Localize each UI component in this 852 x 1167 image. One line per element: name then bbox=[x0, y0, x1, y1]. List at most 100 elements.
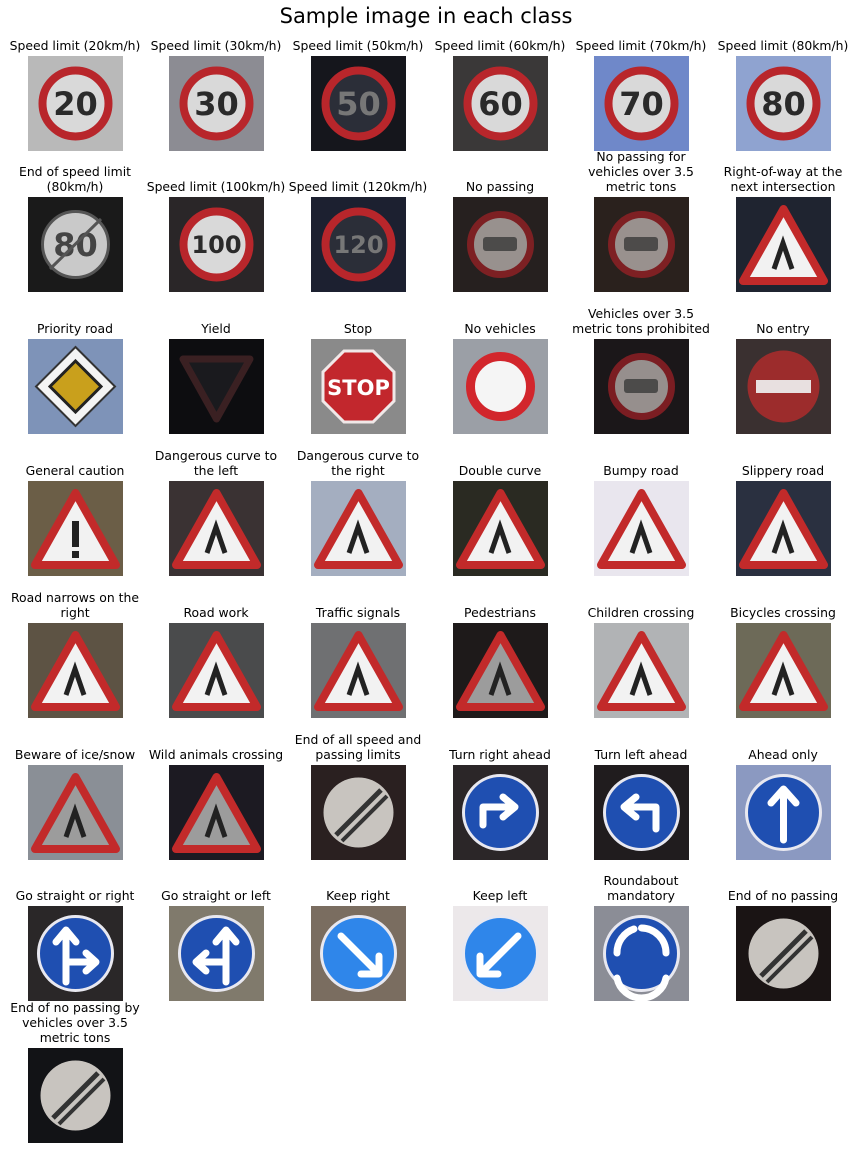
class-label: Traffic signals bbox=[315, 605, 401, 620]
class-sample: Roundabout mandatory bbox=[570, 873, 712, 1001]
class-sample: Priority road bbox=[4, 321, 146, 434]
class-label: Speed limit (20km/h) bbox=[9, 38, 141, 53]
sign-image bbox=[310, 481, 406, 576]
class-sample: Dangerous curve to the right bbox=[287, 448, 429, 576]
sign-image: 30 bbox=[168, 56, 264, 151]
sign-image bbox=[168, 623, 264, 718]
class-label: Bicycles crossing bbox=[730, 605, 836, 620]
class-sample: End of no passing by vehicles over 3.5 m… bbox=[4, 1000, 146, 1143]
class-label: Slippery road bbox=[741, 463, 825, 478]
sign-image: 80 bbox=[735, 56, 831, 151]
sign-image bbox=[27, 906, 123, 1001]
sign-image bbox=[452, 906, 548, 1001]
sign-image bbox=[452, 481, 548, 576]
class-label: Yield bbox=[201, 321, 231, 336]
sign-image bbox=[593, 481, 689, 576]
class-label: Keep right bbox=[326, 888, 390, 903]
sign-image bbox=[27, 481, 123, 576]
sign-image bbox=[735, 197, 831, 292]
class-label: Turn left ahead bbox=[594, 747, 688, 762]
class-label: Turn right ahead bbox=[449, 747, 551, 762]
sign-image bbox=[310, 623, 406, 718]
class-label: Stop bbox=[343, 321, 373, 336]
sign-image bbox=[735, 339, 831, 434]
class-sample: Bumpy road bbox=[570, 463, 712, 576]
svg-text:80: 80 bbox=[761, 85, 806, 123]
class-label: Speed limit (60km/h) bbox=[434, 38, 566, 53]
class-label: Road narrows on the right bbox=[11, 590, 139, 620]
figure-title: Sample image in each class bbox=[279, 4, 573, 28]
class-sample: Vehicles over 3.5 metric tons prohibited bbox=[570, 306, 712, 434]
class-sample: Go straight or left bbox=[145, 888, 287, 1001]
sign-image: 80 bbox=[27, 197, 123, 292]
class-label: Speed limit (70km/h) bbox=[575, 38, 707, 53]
class-sample: Dangerous curve to the left bbox=[145, 448, 287, 576]
svg-text:20: 20 bbox=[53, 85, 98, 123]
class-label: Speed limit (80km/h) bbox=[717, 38, 849, 53]
class-label: Pedestrians bbox=[464, 605, 536, 620]
class-sample: Go straight or right bbox=[4, 888, 146, 1001]
svg-text:120: 120 bbox=[333, 231, 383, 259]
svg-text:50: 50 bbox=[336, 85, 381, 123]
class-label: Speed limit (120km/h) bbox=[288, 179, 428, 194]
class-sample: Speed limit (60km/h) 60 bbox=[429, 38, 571, 151]
class-label: Road work bbox=[183, 605, 249, 620]
class-sample: Speed limit (70km/h) 70 bbox=[570, 38, 712, 151]
class-label: Ahead only bbox=[748, 747, 818, 762]
sign-image bbox=[593, 623, 689, 718]
sign-image bbox=[168, 339, 264, 434]
class-label: Children crossing bbox=[587, 605, 695, 620]
class-label: No passing bbox=[465, 179, 535, 194]
class-label: Right-of-way at the next intersection bbox=[723, 164, 843, 194]
class-sample: Speed limit (30km/h) 30 bbox=[145, 38, 287, 151]
class-sample: Speed limit (100km/h) 100 bbox=[145, 179, 287, 292]
sign-image bbox=[735, 481, 831, 576]
class-sample: No vehicles bbox=[429, 321, 571, 434]
sign-image: STOP bbox=[310, 339, 406, 434]
sign-image: 50 bbox=[310, 56, 406, 151]
class-sample: Speed limit (120km/h) 120 bbox=[287, 179, 429, 292]
sign-image bbox=[168, 765, 264, 860]
sign-image bbox=[735, 906, 831, 1001]
sign-image bbox=[27, 623, 123, 718]
class-sample: Slippery road bbox=[712, 463, 852, 576]
class-sample: Speed limit (20km/h) 20 bbox=[4, 38, 146, 151]
sign-image bbox=[593, 765, 689, 860]
class-sample: Right-of-way at the next intersection bbox=[712, 164, 852, 292]
class-sample: Double curve bbox=[429, 463, 571, 576]
class-sample: No passing bbox=[429, 179, 571, 292]
class-label: End of all speed and passing limits bbox=[294, 732, 422, 762]
class-label: General caution bbox=[25, 463, 125, 478]
sign-image bbox=[593, 339, 689, 434]
class-sample: Ahead only bbox=[712, 747, 852, 860]
class-label: Double curve bbox=[458, 463, 542, 478]
svg-text:60: 60 bbox=[478, 85, 523, 123]
svg-text:100: 100 bbox=[191, 231, 241, 259]
class-label: Priority road bbox=[37, 321, 113, 336]
class-sample: Turn right ahead bbox=[429, 747, 571, 860]
class-label: End of no passing bbox=[727, 888, 839, 903]
class-sample: No entry bbox=[712, 321, 852, 434]
sign-image bbox=[452, 623, 548, 718]
class-label: Speed limit (30km/h) bbox=[150, 38, 282, 53]
svg-text:30: 30 bbox=[194, 85, 239, 123]
class-sample: Yield bbox=[145, 321, 287, 434]
sign-image: 100 bbox=[168, 197, 264, 292]
class-label: No vehicles bbox=[464, 321, 536, 336]
class-label: No passing for vehicles over 3.5 metric … bbox=[588, 149, 694, 194]
class-label: Dangerous curve to the left bbox=[154, 448, 278, 478]
sign-image bbox=[593, 906, 689, 1001]
class-label: Speed limit (100km/h) bbox=[146, 179, 286, 194]
sign-image bbox=[168, 906, 264, 1001]
sign-image bbox=[310, 906, 406, 1001]
sign-image bbox=[27, 1048, 123, 1143]
class-sample: Children crossing bbox=[570, 605, 712, 718]
class-label: Dangerous curve to the right bbox=[296, 448, 420, 478]
sign-image: 20 bbox=[27, 56, 123, 151]
sign-image bbox=[452, 339, 548, 434]
class-label: Go straight or right bbox=[15, 888, 135, 903]
sign-image bbox=[27, 339, 123, 434]
class-sample: Road narrows on the right bbox=[4, 590, 146, 718]
class-label: Wild animals crossing bbox=[148, 747, 284, 762]
class-sample: End of all speed and passing limits bbox=[287, 732, 429, 860]
